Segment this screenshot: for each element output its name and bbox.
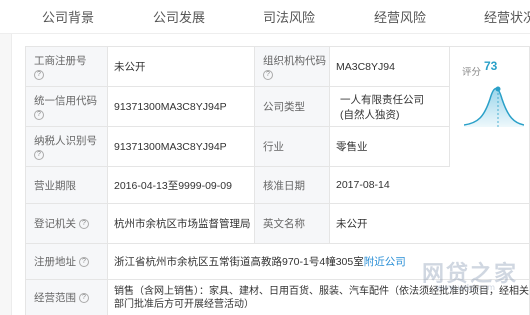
label-business-scope: 经营范围? xyxy=(25,280,107,315)
label-registered-address: 注册地址? xyxy=(25,244,107,279)
value-taxpayer-id: 91371300MA3C8YJ94P xyxy=(107,127,254,166)
label-credit-code: 统一信用代码 ? xyxy=(25,87,107,126)
value-english-name: 未公开 xyxy=(329,204,530,243)
help-icon[interactable]: ? xyxy=(34,110,44,120)
help-icon[interactable]: ? xyxy=(79,292,89,303)
label-registration-number: 工商注册号 ? xyxy=(25,47,107,86)
nearby-companies-link[interactable]: 附近公司 xyxy=(364,254,406,269)
label-company-type: 公司类型 xyxy=(254,87,329,126)
watermark-url: www.wdzj.com xyxy=(435,283,495,292)
label-taxpayer-id: 纳税人识别号 ? xyxy=(25,127,107,166)
label-industry: 行业 xyxy=(254,127,329,166)
tab-company-development[interactable]: 公司发展 xyxy=(153,7,205,26)
score-label: 评分 xyxy=(462,67,482,78)
help-icon[interactable]: ? xyxy=(79,218,89,229)
value-registration-authority: 杭州市余杭区市场监督管理局 xyxy=(107,204,254,243)
label-english-name: 英文名称 xyxy=(254,204,329,243)
score-panel: 评分 73 xyxy=(449,47,530,167)
left-edge xyxy=(0,0,12,315)
value-registration-number: 未公开 xyxy=(107,47,254,86)
label-business-term: 营业期限 xyxy=(25,167,107,203)
help-icon[interactable]: ? xyxy=(263,70,273,80)
value-org-code: MA3C8YJ94 xyxy=(329,47,449,86)
tab-operating-risk[interactable]: 经营风险 xyxy=(374,7,426,26)
value-company-type: 一人有限责任公司 (自然人独资) xyxy=(329,87,449,126)
score-distribution-curve xyxy=(464,86,524,127)
tab-company-background[interactable]: 公司背景 xyxy=(42,7,94,26)
help-icon[interactable]: ? xyxy=(34,70,44,80)
label-approval-date: 核准日期 xyxy=(254,167,329,203)
score-value: 73 xyxy=(484,59,498,73)
table-row: 登记机关? 杭州市余杭区市场监督管理局 英文名称 未公开 xyxy=(25,204,530,244)
table-row: 营业期限 2016-04-13至9999-09-09 核准日期 2017-08-… xyxy=(25,167,530,204)
score-marker xyxy=(495,86,501,92)
tab-judicial-risk[interactable]: 司法风险 xyxy=(263,7,315,26)
tab-operating-status[interactable]: 经营状况 xyxy=(484,7,530,26)
label-registration-authority: 登记机关? xyxy=(25,204,107,243)
help-icon[interactable]: ? xyxy=(79,256,89,267)
help-icon[interactable]: ? xyxy=(34,150,44,160)
value-business-term: 2016-04-13至9999-09-09 xyxy=(107,167,254,203)
value-approval-date: 2017-08-14 xyxy=(329,167,530,203)
business-info-table: 工商注册号 ? 未公开 组织机构代码 ? MA3C8YJ94 统一信用代码 ? … xyxy=(25,46,530,315)
label-org-code: 组织机构代码 ? xyxy=(254,47,329,86)
tab-bar: 公司背景 公司发展 司法风险 经营风险 经营状况 xyxy=(0,0,530,34)
value-credit-code: 91371300MA3C8YJ94P xyxy=(107,87,254,126)
